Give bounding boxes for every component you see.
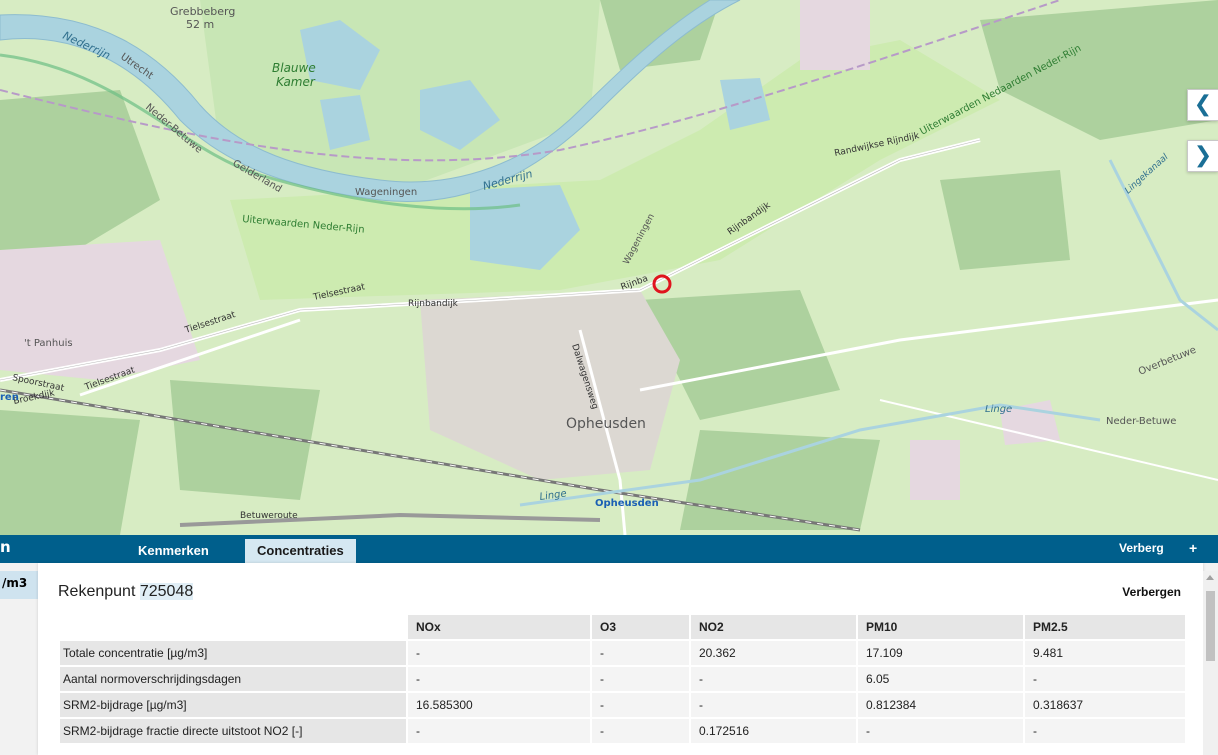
scrollbar-thumb[interactable]	[1206, 591, 1215, 661]
map-nav-prev-button[interactable]: ❮	[1187, 89, 1218, 121]
map-label-betuweroute: Betuweroute	[240, 511, 298, 521]
hide-panel-link[interactable]: Verberg	[1119, 541, 1164, 555]
table-cell: 0.318637	[1025, 693, 1185, 717]
table-cell: 0.812384	[858, 693, 1023, 717]
table-cell: 20.362	[691, 641, 856, 665]
panel-scrollbar[interactable]	[1203, 571, 1218, 755]
table-row: Totale concentratie [µg/m3] - - 20.362 1…	[60, 641, 1185, 665]
left-unit-fragment[interactable]: /m3	[0, 571, 38, 599]
rekenpunt-label: Rekenpunt	[58, 583, 136, 600]
row-label: SRM2-bijdrage [µg/m3]	[60, 693, 406, 717]
map-label-opheusden: Opheusden	[566, 416, 646, 432]
table-cell: 6.05	[858, 667, 1023, 691]
column-header-pm10: PM10	[858, 615, 1023, 639]
tab-concentraties[interactable]: Concentraties	[245, 539, 356, 563]
map-label-edge-ren: ren	[0, 392, 19, 403]
table-cell: 0.172516	[691, 719, 856, 743]
row-label: Aantal normoverschrijdingsdagen	[60, 667, 406, 691]
map-label-grebbeberg: Grebbeberg	[170, 5, 235, 18]
rekenpunt-title: Rekenpunt 725048	[58, 583, 194, 601]
panel-tab-bar: n Kenmerken Concentraties Verberg +	[0, 535, 1218, 563]
table-cell: 9.481	[1025, 641, 1185, 665]
results-panel: /m3 Rekenpunt 725048 Verbergen NOx O3 NO…	[0, 563, 1218, 755]
map-label-grebbeberg-height: 52 m	[186, 18, 214, 31]
table-cell: -	[1025, 719, 1185, 743]
table-cell: -	[592, 667, 689, 691]
scroll-up-arrow-icon[interactable]	[1206, 575, 1214, 580]
concentration-table: NOx O3 NO2 PM10 PM2.5 Totale concentrati…	[58, 613, 1187, 745]
map-label-neder-betuwe-e: Neder-Betuwe	[1106, 416, 1176, 427]
map-canvas[interactable]: Grebbeberg 52 m Nederrijn Utrecht Neder-…	[0, 0, 1218, 535]
table-row: SRM2-bijdrage fractie directe uitstoot N…	[60, 719, 1185, 743]
hide-details-link[interactable]: Verbergen	[1122, 585, 1181, 599]
rekenpunt-number: 725048	[139, 583, 194, 600]
add-panel-button[interactable]: +	[1189, 540, 1197, 556]
chevron-right-icon: ❯	[1193, 143, 1213, 168]
table-cell: -	[858, 719, 1023, 743]
table-header-row: NOx O3 NO2 PM10 PM2.5	[60, 615, 1185, 639]
table-cell: -	[408, 719, 590, 743]
map-label-linge-e: Linge	[985, 404, 1012, 415]
table-cell: -	[691, 693, 856, 717]
table-corner	[60, 615, 406, 639]
left-panel-title-fragment: n	[0, 538, 11, 556]
column-header-no2: NO2	[691, 615, 856, 639]
tab-kenmerken[interactable]: Kenmerken	[126, 539, 221, 563]
map-view[interactable]: Grebbeberg 52 m Nederrijn Utrecht Neder-…	[0, 0, 1218, 535]
table-cell: 16.585300	[408, 693, 590, 717]
column-header-o3: O3	[592, 615, 689, 639]
table-cell: -	[592, 641, 689, 665]
map-label-rijnbandijk-w: Rijnbandijk	[408, 299, 459, 309]
table-row: SRM2-bijdrage [µg/m3] 16.585300 - - 0.81…	[60, 693, 1185, 717]
table-cell: -	[408, 641, 590, 665]
map-label-blauwe: Blauwe	[272, 61, 316, 75]
table-cell: 17.109	[858, 641, 1023, 665]
map-label-kamer: Kamer	[276, 75, 316, 89]
table-cell: -	[592, 719, 689, 743]
table-row: Aantal normoverschrijdingsdagen - - - 6.…	[60, 667, 1185, 691]
map-label-opheusden-station: Opheusden	[595, 498, 659, 509]
table-cell: -	[691, 667, 856, 691]
table-cell: -	[1025, 667, 1185, 691]
column-header-pm25: PM2.5	[1025, 615, 1185, 639]
map-label-wageningen-border: Wageningen	[355, 187, 417, 198]
row-label: SRM2-bijdrage fractie directe uitstoot N…	[60, 719, 406, 743]
column-header-nox: NOx	[408, 615, 590, 639]
chevron-left-icon: ❮	[1193, 92, 1213, 117]
row-label: Totale concentratie [µg/m3]	[60, 641, 406, 665]
map-nav-next-button[interactable]: ❯	[1187, 140, 1218, 172]
table-cell: -	[592, 693, 689, 717]
table-cell: -	[408, 667, 590, 691]
concentrations-content: Rekenpunt 725048 Verbergen NOx O3 NO2 PM…	[38, 563, 1203, 755]
map-label-panhuis: 't Panhuis	[24, 338, 73, 349]
